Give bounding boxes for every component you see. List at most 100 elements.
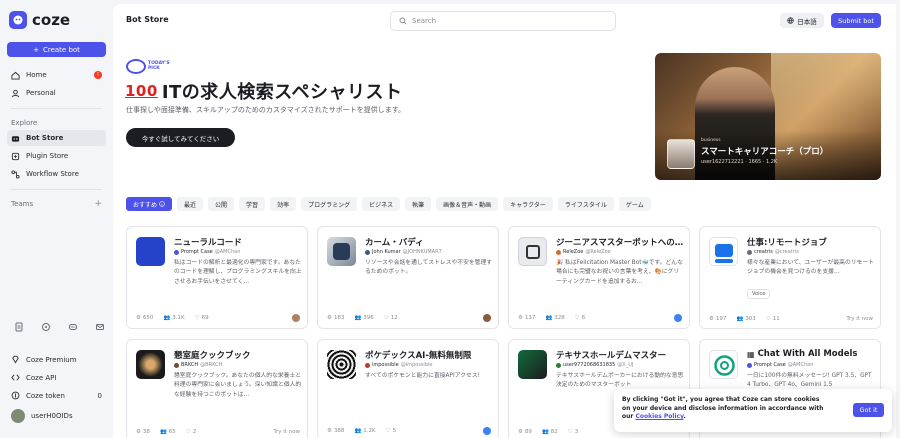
info-icon: [159, 201, 165, 207]
hero-try-button[interactable]: 今すぐ試してみてください: [126, 128, 235, 147]
search-input[interactable]: Search: [390, 11, 616, 31]
try-it-now-link[interactable]: Try it now: [273, 429, 300, 435]
sidebar-bottom: Coze Premium Coze API Coze token 0 userH…: [7, 351, 106, 425]
creator-avatar: [483, 314, 491, 322]
try-it-now-link[interactable]: Try it now: [846, 316, 873, 322]
tab-learning[interactable]: 学習: [239, 197, 266, 211]
tab-business[interactable]: ビジネス: [362, 197, 401, 211]
bot-stats: ⚙ 183 👥 396 ♡ 12: [327, 314, 491, 322]
sidebar-item-bot-store[interactable]: Bot Store: [7, 130, 106, 146]
got-it-button[interactable]: Got it: [853, 403, 884, 417]
api-icon: [11, 374, 20, 381]
avatar: [11, 408, 25, 423]
voice-chip: Voice: [747, 289, 771, 299]
featured-bot-card[interactable]: business スマートキャリアコーチ（プロ） user1622712221 …: [655, 53, 881, 180]
sidebar-item-label: Bot Store: [26, 134, 64, 142]
sidebar-item-personal[interactable]: Personal: [7, 85, 106, 101]
tab-lifestyle[interactable]: ライフスタイル: [557, 197, 614, 211]
sidebar: coze + Create bot Home ! Personal Explor…: [0, 0, 113, 438]
diamond-icon: [12, 355, 19, 364]
grid-icon: ▦: [747, 349, 755, 359]
users-icon: 👥: [545, 315, 553, 321]
tab-game[interactable]: ゲーム: [618, 197, 651, 211]
likes-icon: ♡: [194, 315, 200, 321]
runs-icon: ⚙: [518, 429, 523, 435]
bot-card[interactable]: 仕事:リモートジョブ creatris @creatris 様々な産業において、ユ…: [699, 226, 881, 329]
cookie-banner: By clicking "Got it", you agree that Coz…: [614, 389, 892, 432]
runs-icon: ⚙: [327, 428, 332, 434]
hundred-emoji-icon: 100: [125, 82, 158, 100]
tab-programming[interactable]: プログラミング: [301, 197, 358, 211]
users-icon: 👥: [354, 315, 362, 321]
logo[interactable]: coze: [7, 0, 106, 40]
utility-icons: [14, 322, 105, 332]
runs-icon: ⚙: [709, 316, 714, 322]
runs-icon: ⚙: [327, 315, 332, 321]
hero-description: 仕事探しや面接準備、スキルアップのためのカスタマイズされたサポートを提供します。: [126, 106, 406, 114]
runs-icon: ⚙: [136, 429, 141, 435]
bot-stats: ⚙ 38 👥 65 ♡ 2 Try it now: [136, 429, 300, 435]
sidebar-item-plugin-store[interactable]: Plugin Store: [7, 148, 106, 164]
bot-title: ニューラルコード: [174, 238, 242, 248]
verified-icon: [674, 314, 682, 322]
community-icon[interactable]: [41, 322, 51, 332]
likes-icon: ♡: [385, 428, 391, 434]
create-bot-button[interactable]: + Create bot: [7, 42, 106, 57]
tab-efficiency[interactable]: 効率: [270, 197, 297, 211]
pick-line2: PICK: [148, 65, 160, 71]
mail-icon[interactable]: [95, 322, 105, 332]
bot-description: 様々な産業において、ユーザーが最高のリモートジョブの機会を見つけるのを支援…: [747, 260, 874, 276]
hero-title: 100 ITの求人検索スペシャリスト: [125, 78, 403, 104]
bot-title: ポケデックスAI-無料無制限: [365, 351, 472, 361]
sidebar-item-label: Plugin Store: [26, 152, 69, 160]
users-icon: 👥: [736, 316, 744, 322]
bot-stats: ⚙ 137 👥 328 ♡ 6: [518, 314, 682, 322]
bot-title: ジーニアスマスターボットへの…: [556, 238, 684, 248]
token-icon: [11, 391, 20, 400]
tab-label: おすすめ: [133, 201, 158, 209]
users-icon: 👥: [541, 429, 549, 435]
bot-thumbnail: [709, 237, 738, 266]
username: userH0OIDs: [31, 411, 73, 420]
coze-logo-icon: [9, 11, 27, 29]
category-tabs: おすすめ 最近 公開 学習 効率 プログラミング ビジネス 執筆 画像＆音声・動…: [126, 197, 651, 211]
token-count: 0: [97, 391, 102, 400]
bot-title: ▦ Chat With All Models: [747, 349, 858, 359]
featured-bot-title: スマートキャリアコーチ（プロ）: [701, 147, 829, 157]
sidebar-item-coze-premium[interactable]: Coze Premium: [7, 351, 106, 368]
bot-card[interactable]: ジーニアスマスターボットへの… ReleZoe @ReleZoe 🎉 私はFeli…: [508, 226, 690, 329]
tab-recommended[interactable]: おすすめ: [126, 197, 173, 211]
featured-bot-tag: business: [701, 138, 721, 143]
bot-title: 仕事:リモートジョブ: [747, 238, 827, 248]
tab-image-audio-video[interactable]: 画像＆音声・動画: [436, 197, 499, 211]
runs-icon: ⚙: [136, 315, 141, 321]
add-team-icon[interactable]: +: [94, 199, 102, 209]
main-content: Bot Store Search 日本語 Submit bot TODAY'S …: [113, 4, 896, 438]
bot-card[interactable]: ポケデックスAI-無料無制限 impossible @impossible すべて…: [317, 339, 499, 438]
sidebar-item-home[interactable]: Home !: [7, 67, 106, 83]
tab-writing[interactable]: 執筆: [405, 197, 432, 211]
bot-card[interactable]: ニューラルコード Prompt Case @AMChan 私はコードの解析と最適化…: [126, 226, 308, 329]
language-button[interactable]: 日本語: [780, 13, 824, 28]
sidebar-item-workflow-store[interactable]: Workflow Store: [7, 166, 106, 182]
sidebar-item-coze-token[interactable]: Coze token 0: [7, 387, 106, 404]
explore-section-label: Explore: [11, 119, 38, 127]
bot-title: テキサスホールデムマスター: [556, 351, 667, 361]
discord-icon[interactable]: [68, 322, 78, 332]
submit-bot-button[interactable]: Submit bot: [831, 13, 881, 28]
cookie-text: By clicking "Got it", you agree that Coz…: [622, 396, 824, 421]
tab-public[interactable]: 公開: [208, 197, 235, 211]
create-bot-label: Create bot: [42, 45, 80, 54]
document-icon[interactable]: [14, 322, 24, 332]
tab-character[interactable]: キャラクター: [503, 197, 553, 211]
tab-recent[interactable]: 最近: [177, 197, 204, 211]
bot-author: BRKCH @BRKCH: [174, 362, 222, 368]
sidebar-item-label: Coze API: [26, 373, 57, 382]
cookies-policy-link[interactable]: Cookies Policy: [635, 413, 683, 420]
bot-author: Prompt Case @AMChan: [174, 249, 240, 255]
bot-card[interactable]: カーム・バディ John Kumar @JOHNKUMAR7 リソースや会話を通し…: [317, 226, 499, 329]
sidebar-item-user-profile[interactable]: userH0OIDs: [7, 407, 106, 424]
sidebar-item-coze-api[interactable]: Coze API: [7, 369, 106, 386]
user-icon: [11, 89, 20, 97]
bot-card[interactable]: 懇室庭クックブック BRKCH @BRKCH 懇室庭クックブック。あなたの個人的な…: [126, 339, 308, 438]
